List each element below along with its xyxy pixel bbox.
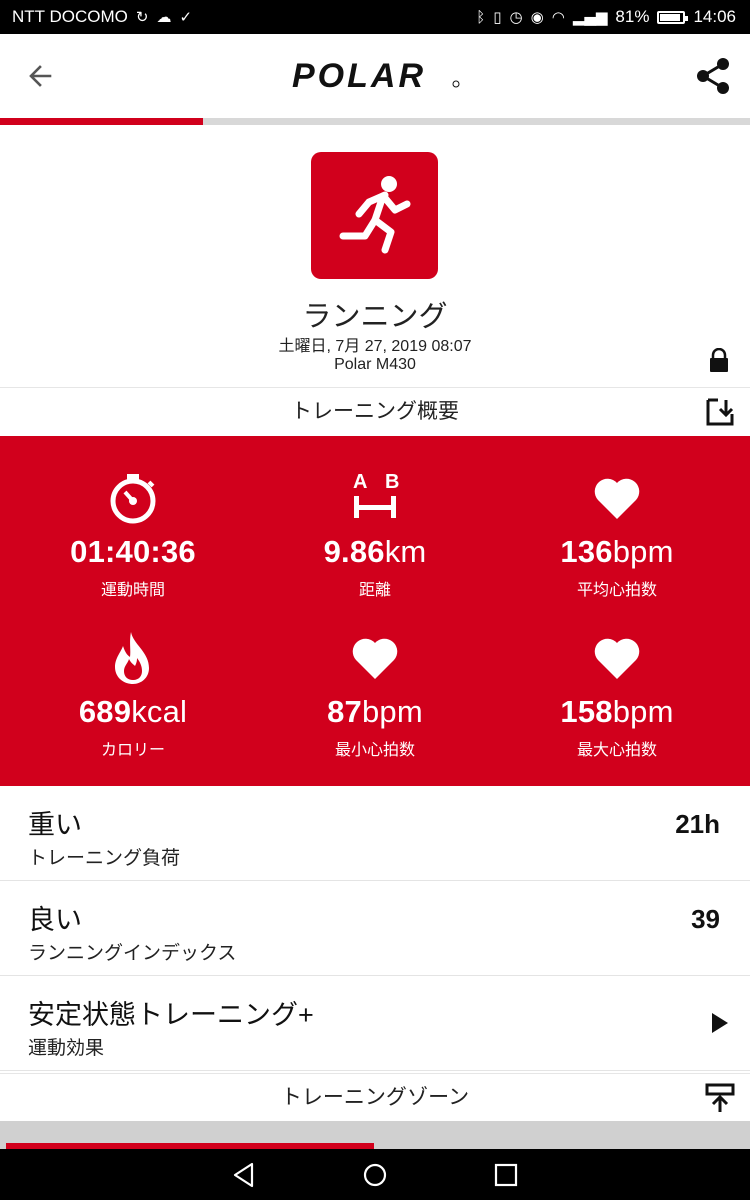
cloud-icon: ☁ [156, 8, 172, 26]
stat-unit: kcal [131, 694, 188, 729]
stat-avg-heart-rate: 136bpm 平均心拍数 [492, 470, 742, 600]
polar-logo: POLAR [290, 55, 462, 95]
page-progress-bar [0, 118, 750, 125]
row-title: 良い [28, 905, 82, 935]
carrier-name: NTT DOCOMO [12, 7, 128, 26]
arrow-back-icon [29, 65, 52, 87]
training-summary: 01:40:36 運動時間 A B 9.86km 距離 136bpm 平均心拍数 [0, 436, 750, 786]
collapse-icon[interactable] [704, 1082, 736, 1114]
battery-percent: 81% [615, 7, 650, 26]
sport-tile [311, 152, 438, 279]
page-progress-fill [0, 118, 203, 125]
battery-icon [657, 10, 689, 24]
distance-icon-b: B [385, 471, 399, 493]
nav-back-icon[interactable] [230, 1161, 258, 1189]
download-done-icon: ✓ [179, 8, 193, 26]
stat-label: カロリー [100, 742, 165, 759]
training-zones-header: トレーニングゾーン [0, 1073, 750, 1121]
training-load-row[interactable]: 重い トレーニング負荷 21h [0, 787, 750, 881]
stat-value: 01:40:36 [70, 534, 196, 569]
alarm-icon: ◷ [509, 8, 523, 26]
stat-label: 距離 [358, 582, 391, 599]
session-date: 土曜日, 7月 27, 2019 08:07 [278, 338, 472, 355]
section-title: トレーニング概要 [291, 400, 459, 423]
sync-icon: ↻ [135, 8, 149, 26]
heart-icon [352, 638, 398, 679]
stat-min-heart-rate: 87bpm 最小心拍数 [250, 630, 500, 760]
row-subtitle: ランニングインデックス [28, 943, 237, 964]
stopwatch-icon [110, 474, 156, 524]
training-benefit-row[interactable]: 安定状態トレーニング+ 運動効果 [0, 977, 750, 1071]
stat-value: 87 [327, 694, 362, 729]
nav-home-icon[interactable] [361, 1161, 389, 1189]
share-icon [697, 58, 729, 94]
stat-duration: 01:40:36 運動時間 [8, 470, 258, 600]
row-title: 重い [28, 810, 82, 840]
stat-distance: A B 9.86km 距離 [250, 470, 500, 600]
stat-label: 運動時間 [100, 582, 165, 599]
section-title: トレーニングゾーン [280, 1086, 470, 1109]
heart-icon [594, 478, 640, 519]
play-arrow-icon [712, 1013, 728, 1033]
sport-name: ランニング [302, 301, 448, 333]
stat-value: 158 [560, 694, 613, 729]
eye-comfort-icon: ◉ [530, 8, 544, 26]
distance-icon-a: A [353, 471, 367, 493]
training-summary-header: トレーニング概要 [0, 387, 750, 435]
stat-unit: bpm [612, 534, 674, 569]
row-title: 安定状態トレーニング+ [28, 1000, 314, 1030]
export-icon[interactable] [704, 396, 736, 428]
signal-icon: ▂▄▆ [572, 8, 608, 26]
sport-header: ランニング 土曜日, 7月 27, 2019 08:07 Polar M430 [0, 125, 750, 387]
share-button[interactable] [692, 54, 736, 98]
logo-text: POLAR [292, 57, 426, 95]
stat-value: 9.86 [323, 534, 385, 569]
heart-icon [594, 638, 640, 679]
stat-label: 最大心拍数 [576, 742, 657, 759]
zone-preview [0, 1121, 750, 1149]
row-value: 21h [675, 809, 720, 839]
stat-label: 最小心拍数 [334, 742, 415, 759]
stat-unit: bpm [361, 694, 423, 729]
status-bar: NTT DOCOMO ↻ ☁ ✓ ᛒ ▯ ◷ ◉ ◠ ▂▄▆ 81% 14:06 [0, 0, 750, 34]
wifi-icon: ◠ [551, 8, 565, 26]
vibrate-icon: ▯ [493, 8, 502, 26]
row-subtitle: トレーニング負荷 [28, 848, 181, 869]
stat-unit: km [384, 534, 427, 569]
stat-label: 平均心拍数 [576, 582, 657, 599]
clock: 14:06 [693, 7, 736, 26]
app-bar: POLAR [0, 34, 750, 118]
stat-value: 136 [560, 534, 613, 569]
flame-icon [115, 632, 149, 684]
system-nav-bar [0, 1149, 750, 1200]
stat-value: 689 [78, 694, 132, 729]
device-name: Polar M430 [334, 356, 416, 373]
running-icon [339, 176, 411, 254]
nav-recents-icon[interactable] [492, 1161, 520, 1189]
running-index-row[interactable]: 良い ランニングインデックス 39 [0, 882, 750, 976]
row-subtitle: 運動効果 [28, 1038, 105, 1059]
lock-icon[interactable] [708, 348, 730, 372]
bluetooth-icon: ᛒ [476, 8, 486, 26]
distance-icon: A B [353, 471, 399, 518]
stat-unit: bpm [612, 694, 674, 729]
back-button[interactable] [22, 56, 62, 96]
stat-calories: 689kcal カロリー [8, 630, 258, 760]
row-value: 39 [691, 904, 720, 934]
stat-max-heart-rate: 158bpm 最大心拍数 [492, 630, 742, 760]
